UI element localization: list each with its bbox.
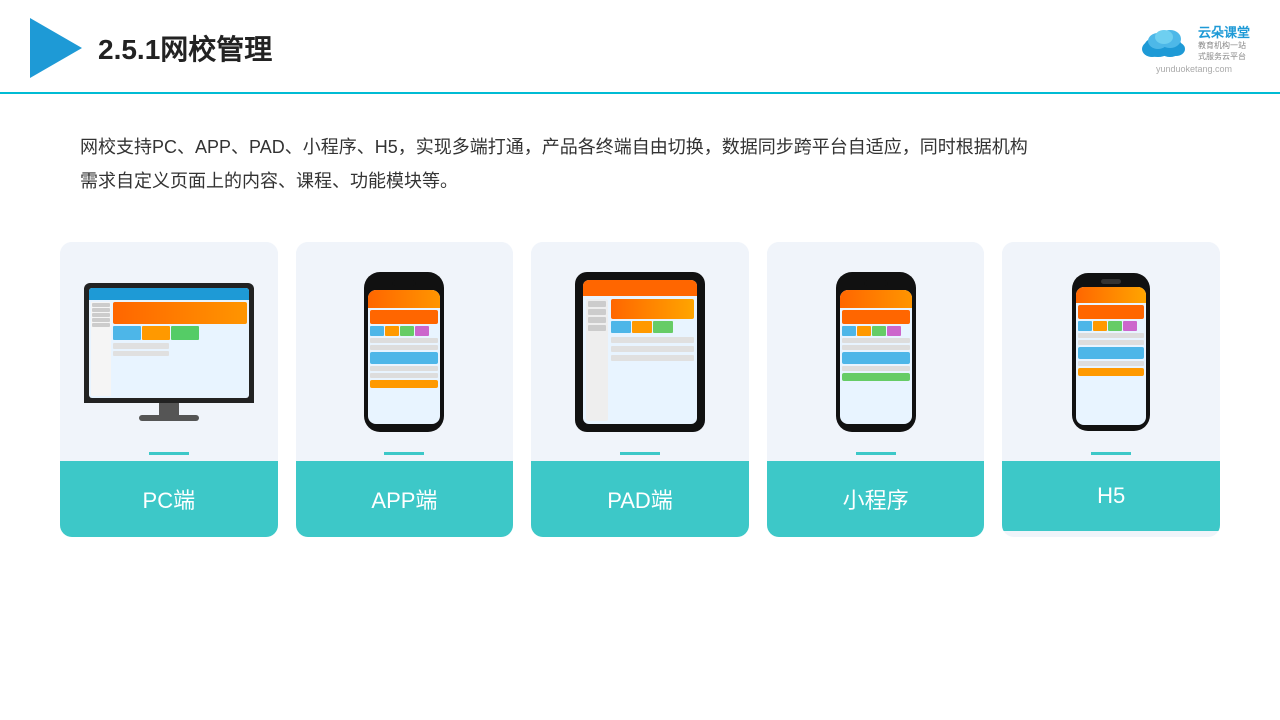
card-miniapp-top-bar: [856, 452, 896, 455]
card-h5-top-bar: [1091, 452, 1131, 455]
card-h5: H5: [1002, 242, 1220, 537]
card-pc-label: PC端: [60, 461, 278, 537]
device-cards-container: PC端: [0, 232, 1280, 547]
header-left: 2.5.1网校管理: [30, 18, 272, 78]
phone-h5-mockup: [1072, 273, 1150, 431]
card-app-image: [296, 242, 514, 452]
tablet-mockup: [575, 272, 705, 432]
card-pc-image: [60, 242, 278, 452]
brand-url: yunduoketang.com: [1156, 64, 1232, 74]
card-miniapp-label: 小程序: [767, 461, 985, 537]
brand-name: 云朵课堂: [1198, 22, 1250, 41]
page-header: 2.5.1网校管理 云朵课堂 教育机构一站 式服务云平台 yunduoketan…: [0, 0, 1280, 94]
card-pc-top-bar: [149, 452, 189, 455]
card-h5-image: [1002, 242, 1220, 452]
monitor-mockup: [79, 283, 259, 421]
card-pad-label: PAD端: [531, 461, 749, 537]
phone-miniapp-mockup: [836, 272, 916, 432]
page-title: 2.5.1网校管理: [98, 28, 272, 68]
card-pad-top-bar: [620, 452, 660, 455]
card-app-top-bar: [384, 452, 424, 455]
brand-sub-line1: 教育机构一站: [1198, 41, 1250, 51]
card-pc: PC端: [60, 242, 278, 537]
brand-logo: 云朵课堂 教育机构一站 式服务云平台 yunduoketang.com: [1138, 22, 1250, 74]
brand-sub-line2: 式服务云平台: [1198, 52, 1250, 62]
card-h5-label: H5: [1002, 461, 1220, 531]
card-app: APP端: [296, 242, 514, 537]
phone-app-mockup: [364, 272, 444, 432]
card-miniapp: 小程序: [767, 242, 985, 537]
card-miniapp-image: [767, 242, 985, 452]
card-pad: PAD端: [531, 242, 749, 537]
brand-text: 云朵课堂 教育机构一站 式服务云平台: [1198, 22, 1250, 62]
card-pad-image: [531, 242, 749, 452]
logo-triangle-icon: [30, 18, 82, 78]
description-text: 网校支持PC、APP、PAD、小程序、H5，实现多端打通，产品各终端自由切换，数…: [0, 94, 1280, 222]
card-app-label: APP端: [296, 461, 514, 537]
cloud-icon: [1138, 25, 1190, 59]
description-paragraph: 网校支持PC、APP、PAD、小程序、H5，实现多端打通，产品各终端自由切换，数…: [80, 130, 1200, 198]
